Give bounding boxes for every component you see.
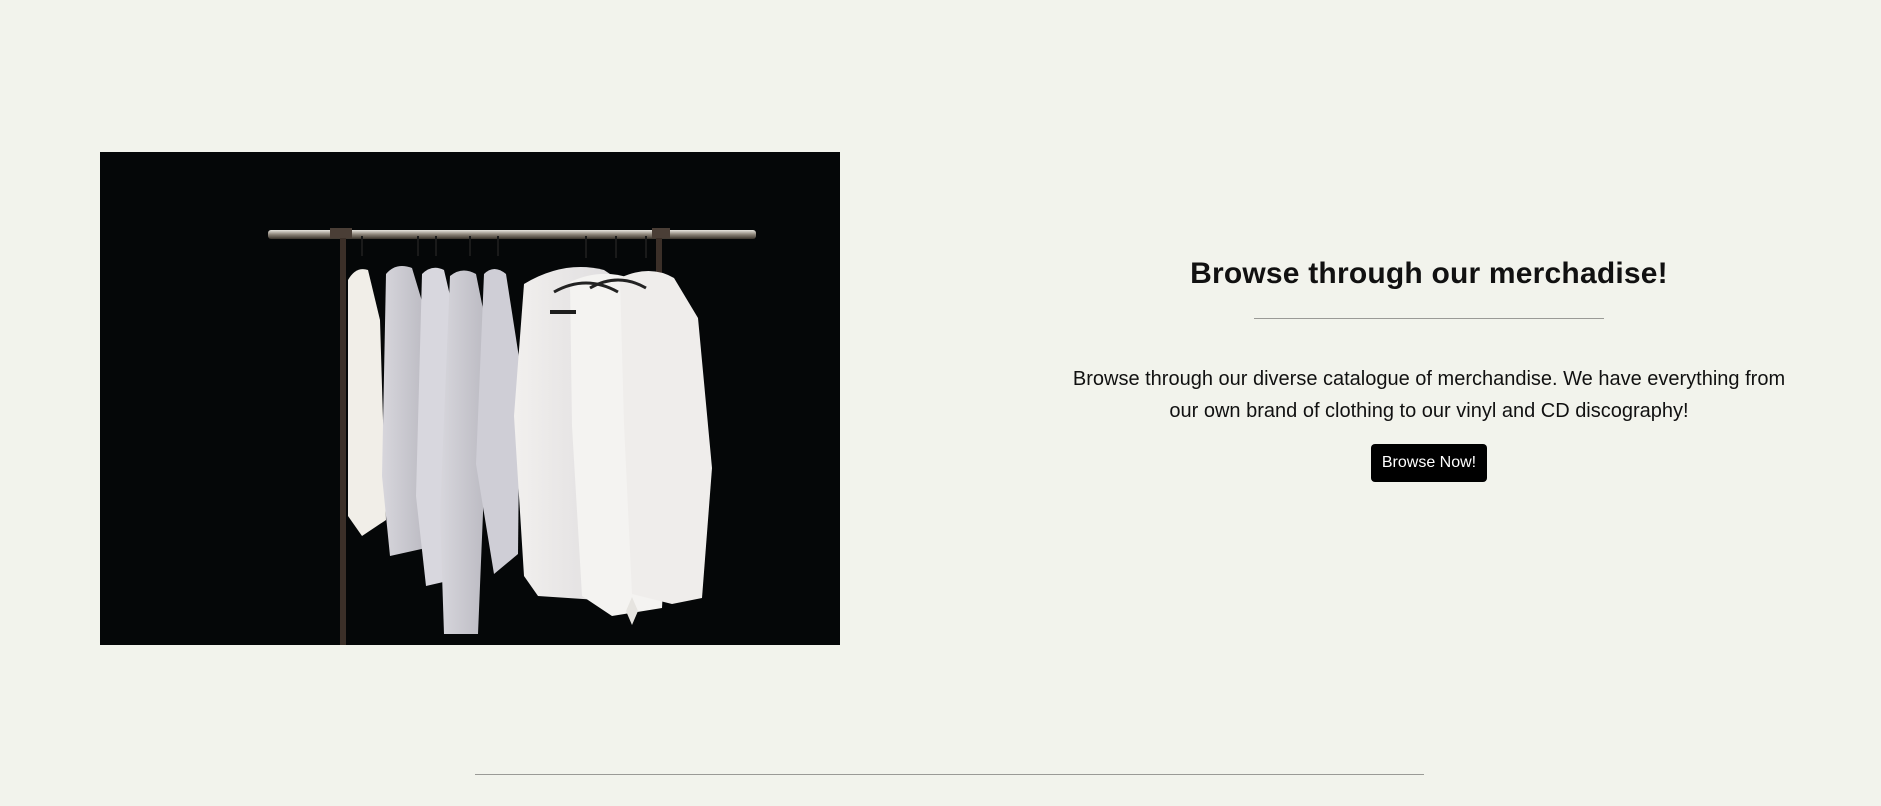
merch-photo xyxy=(100,152,840,645)
promo-section: Browse through our merchadise! Browse th… xyxy=(1064,230,1794,482)
clothing-rack-illustration xyxy=(100,152,840,645)
promo-title: Browse through our merchadise! xyxy=(1190,257,1668,290)
promo-description: Browse through our diverse catalogue of … xyxy=(1072,368,1786,422)
browse-now-button[interactable]: Browse Now! xyxy=(1370,444,1488,482)
page: Browse through our merchadise! Browse th… xyxy=(0,0,1881,806)
title-divider xyxy=(1254,318,1604,319)
section-divider xyxy=(475,774,1424,775)
